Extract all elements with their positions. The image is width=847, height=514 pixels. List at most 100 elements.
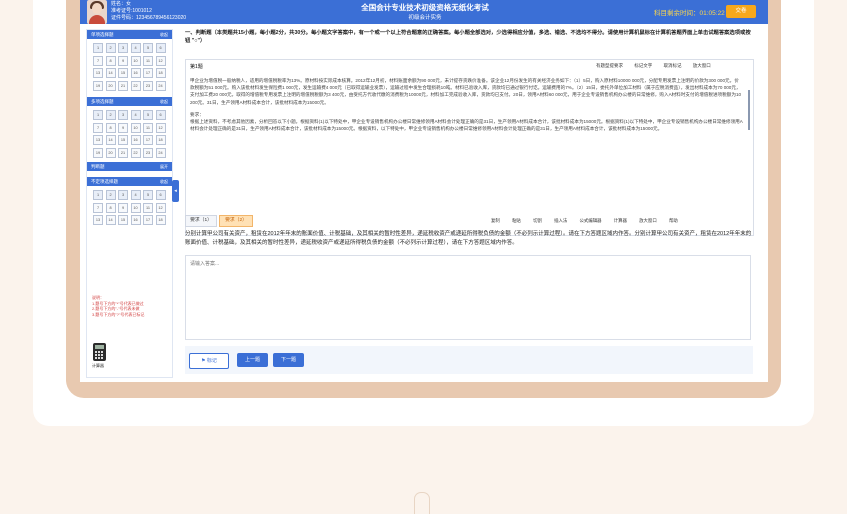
next-question-button[interactable]: 下一题 [273, 353, 304, 367]
answer-area [185, 255, 751, 340]
question-number-cell[interactable]: 14 [105, 68, 116, 78]
question-number-cell[interactable]: 17 [143, 135, 153, 145]
answer-input[interactable] [186, 256, 750, 339]
question-number-cell[interactable]: 12 [155, 122, 166, 133]
question-number-cell[interactable]: 23 [143, 80, 153, 91]
question-number-cell[interactable]: 24 [155, 147, 166, 158]
question-number-cell[interactable]: 1 [93, 190, 103, 200]
question-number-cell[interactable]: 12 [155, 202, 166, 213]
tool-enlarge[interactable]: 放大窗口 [693, 63, 711, 68]
question-number-cell[interactable]: 18 [155, 68, 166, 78]
question-number-cell[interactable]: 15 [118, 215, 128, 225]
question-number-cell[interactable]: 20 [105, 147, 116, 158]
question-number-cell[interactable]: 4 [130, 190, 141, 200]
question-number-cell[interactable]: 24 [155, 80, 166, 91]
question-number-cell[interactable]: 22 [130, 147, 141, 158]
question-number-cell[interactable]: 6 [155, 43, 166, 53]
question-number-cell[interactable]: 8 [105, 202, 116, 213]
submit-button[interactable]: 交卷 [726, 5, 756, 18]
section-toggle[interactable]: 收起 [160, 30, 168, 39]
question-number-cell[interactable]: 8 [105, 122, 116, 133]
question-number-cell[interactable]: 3 [118, 190, 128, 200]
question-number-cell[interactable]: 6 [155, 190, 166, 200]
question-number-cell[interactable]: 16 [130, 215, 141, 225]
tool-unmark[interactable]: 取消标记 [664, 63, 682, 68]
tool-cut[interactable]: 切割 [533, 218, 542, 223]
question-number-cell[interactable]: 1 [93, 43, 103, 53]
section-true-false[interactable]: 判断题 展开 [87, 162, 172, 171]
question-number-cell[interactable]: 23 [143, 147, 153, 158]
question-number-cell[interactable]: 19 [93, 147, 103, 158]
section-toggle[interactable]: 收起 [160, 97, 168, 106]
question-number-cell[interactable]: 16 [130, 68, 141, 78]
question-number-cell[interactable]: 18 [155, 215, 166, 225]
question-number-cell[interactable]: 13 [93, 215, 103, 225]
question-number-cell[interactable]: 16 [130, 135, 141, 145]
section-indefinite-choice[interactable]: 不定项选择题 收起 [87, 177, 172, 186]
section-single-choice[interactable]: 单项选择题 收起 [87, 30, 172, 39]
question-number-cell[interactable]: 2 [105, 110, 116, 120]
tool-help[interactable]: 帮助 [669, 218, 678, 223]
tool-copy[interactable]: 复制 [491, 218, 500, 223]
calculator-label: 计算器 [92, 363, 104, 368]
tool-calculator[interactable]: 计算器 [614, 218, 627, 223]
tool-formula-editor[interactable]: 公式编辑器 [580, 218, 602, 223]
question-number-cell[interactable]: 7 [93, 122, 103, 133]
tab-requirement-1[interactable]: 要求（1） [185, 215, 217, 227]
question-number-cell[interactable]: 4 [130, 43, 141, 53]
question-navigator: 单项选择题 收起 1 2 3 4 5 6 7 8 9 10 11 12 13 14 15 16 17 18 19 20… [86, 29, 173, 378]
question-number-cell[interactable]: 9 [118, 202, 128, 213]
question-number-cell[interactable]: 9 [118, 55, 128, 66]
question-number-cell[interactable]: 6 [155, 110, 166, 120]
question-number-cell[interactable]: 5 [143, 110, 153, 120]
question-number-cell[interactable]: 20 [105, 80, 116, 91]
question-number-cell[interactable]: 15 [118, 135, 128, 145]
question-number-cell[interactable]: 11 [143, 55, 153, 66]
question-number-cell[interactable]: 7 [93, 55, 103, 66]
question-number-cell[interactable]: 14 [105, 135, 116, 145]
question-number-cell[interactable]: 17 [143, 68, 153, 78]
case-scrollbar[interactable] [748, 90, 750, 130]
tool-paste[interactable]: 粘贴 [512, 218, 521, 223]
question-number-cell[interactable]: 1 [93, 110, 103, 120]
prev-question-button[interactable]: 上一题 [237, 353, 268, 367]
question-number-cell[interactable]: 10 [130, 202, 141, 213]
question-number-cell[interactable]: 9 [118, 122, 128, 133]
tool-enlarge-window[interactable]: 放大窗口 [639, 218, 657, 223]
section-toggle[interactable]: 收起 [160, 177, 168, 186]
question-number-cell[interactable]: 3 [118, 110, 128, 120]
question-number-cell[interactable]: 12 [155, 55, 166, 66]
tab-requirement-2[interactable]: 要求（2） [219, 215, 253, 227]
question-number-cell[interactable]: 7 [93, 202, 103, 213]
tool-mark-text[interactable]: 标记文字 [634, 63, 652, 68]
section-toggle[interactable]: 展开 [160, 162, 168, 171]
question-number-cell[interactable]: 5 [143, 190, 153, 200]
question-number-cell[interactable]: 15 [118, 68, 128, 78]
question-number-cell[interactable]: 22 [130, 80, 141, 91]
question-number-cell[interactable]: 14 [105, 215, 116, 225]
question-number-cell[interactable]: 10 [130, 122, 141, 133]
question-number-cell[interactable]: 5 [143, 43, 153, 53]
question-number-cell[interactable]: 10 [130, 55, 141, 66]
question-number-cell[interactable]: 11 [143, 122, 153, 133]
tool-input-method[interactable]: 插入法 [554, 218, 567, 223]
question-number-cell[interactable]: 21 [118, 80, 128, 91]
question-number-cell[interactable]: 13 [93, 135, 103, 145]
calculator-icon[interactable] [93, 343, 106, 361]
question-number-cell[interactable]: 17 [143, 215, 153, 225]
question-number-cell[interactable]: 18 [155, 135, 166, 145]
candidate-cert-id: 证件号码：123456789456123020 [111, 15, 187, 21]
section-multiple-choice[interactable]: 多项选择题 收起 [87, 97, 172, 106]
question-number-cell[interactable]: 19 [93, 80, 103, 91]
question-number-cell[interactable]: 8 [105, 55, 116, 66]
question-number-cell[interactable]: 13 [93, 68, 103, 78]
question-number-cell[interactable]: 2 [105, 43, 116, 53]
collapse-sidebar-button[interactable]: ◂ [172, 180, 179, 202]
question-number-cell[interactable]: 3 [118, 43, 128, 53]
question-number-cell[interactable]: 2 [105, 190, 116, 200]
question-number-cell[interactable]: 21 [118, 147, 128, 158]
tool-requirements[interactable]: 有题型提要求 [596, 63, 623, 68]
question-number-cell[interactable]: 11 [143, 202, 153, 213]
mark-button[interactable]: ⚑ 标记 [189, 353, 229, 369]
question-number-cell[interactable]: 4 [130, 110, 141, 120]
